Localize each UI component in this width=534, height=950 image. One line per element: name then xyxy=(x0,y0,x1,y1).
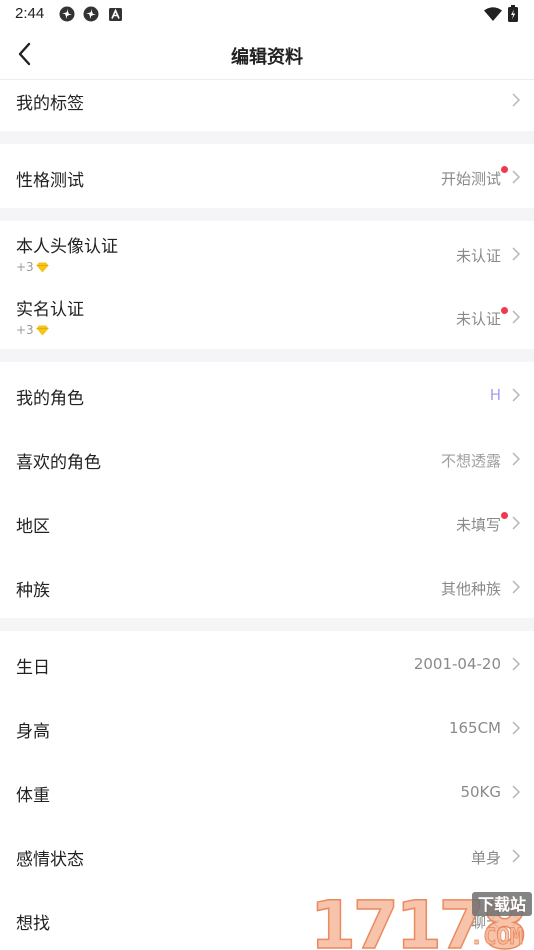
header-bar: 编辑资料 xyxy=(0,28,534,80)
chevron-right-icon xyxy=(512,93,521,107)
row-personality-test[interactable]: 性格测试 开始测试 xyxy=(0,144,534,208)
battery-charging-icon xyxy=(508,5,518,22)
row-favorite-role[interactable]: 喜欢的角色 不想透露 xyxy=(0,426,534,490)
row-label: 地区 xyxy=(16,517,50,537)
reward-text: +3 xyxy=(16,323,34,337)
row-avatar-verification[interactable]: 本人头像认证 +3 未认证 xyxy=(0,221,534,285)
row-value: 50KG xyxy=(460,783,501,801)
page-title: 编辑资料 xyxy=(231,47,303,68)
row-height[interactable]: 身高 165CM xyxy=(0,695,534,759)
chevron-right-icon xyxy=(512,785,521,799)
section-divider xyxy=(0,618,534,631)
reward-text: +3 xyxy=(16,260,34,274)
row-value: 其他种族 xyxy=(440,580,501,598)
row-race[interactable]: 种族 其他种族 xyxy=(0,554,534,618)
row-my-role[interactable]: 我的角色 H xyxy=(0,362,534,426)
wifi-icon xyxy=(484,7,502,21)
status-bar: 2:44 xyxy=(0,0,534,28)
chevron-right-icon xyxy=(512,247,521,261)
row-label: 我的角色 xyxy=(16,389,84,409)
site-watermark-logo: 17178 下载站 .COM xyxy=(309,886,534,950)
chevron-right-icon xyxy=(512,580,521,594)
watermark-graphic: 17178 下载站 .COM xyxy=(309,886,532,950)
row-label: 性格测试 xyxy=(16,171,84,191)
row-label: 我的标签 xyxy=(16,94,84,114)
section-divider xyxy=(0,131,534,144)
row-realname-verification[interactable]: 实名认证 +3 未认证 xyxy=(0,285,534,349)
row-value: 165CM xyxy=(448,719,501,737)
chevron-right-icon xyxy=(512,452,521,466)
diamond-icon xyxy=(36,325,49,336)
row-birthday[interactable]: 生日 2001-04-20 xyxy=(0,631,534,695)
row-label: 想找 xyxy=(16,914,50,934)
row-weight[interactable]: 体重 50KG xyxy=(0,759,534,823)
row-relationship-status[interactable]: 感情状态 单身 xyxy=(0,823,534,887)
font-a-icon xyxy=(109,8,122,21)
row-label: 种族 xyxy=(16,581,50,601)
row-value: 开始测试 xyxy=(440,170,501,188)
chevron-right-icon xyxy=(512,170,521,184)
row-value: H xyxy=(489,386,501,404)
row-value: 未填写 xyxy=(455,516,501,534)
notification-dot xyxy=(501,307,508,314)
diamond-icon xyxy=(36,262,49,273)
chevron-right-icon xyxy=(512,516,521,530)
status-time: 2:44 xyxy=(15,5,45,22)
notification-dot xyxy=(501,166,508,173)
chevron-right-icon xyxy=(512,721,521,735)
row-value: 2001-04-20 xyxy=(413,655,501,673)
row-value: 未认证 xyxy=(455,247,501,265)
row-label: 体重 xyxy=(16,786,50,806)
section-divider xyxy=(0,208,534,221)
row-label: 生日 xyxy=(16,658,50,678)
row-value: 单身 xyxy=(470,849,501,867)
row-label: 实名认证 xyxy=(16,300,84,320)
row-label: 感情状态 xyxy=(16,850,84,870)
watermark-domain: .COM xyxy=(470,925,523,950)
reward-badge: +3 xyxy=(16,260,49,274)
notification-dot xyxy=(501,512,508,519)
row-label: 身高 xyxy=(16,722,50,742)
row-my-tags[interactable]: 我的标签 xyxy=(0,81,534,131)
row-label: 本人头像认证 xyxy=(16,237,118,257)
row-label: 喜欢的角色 xyxy=(16,453,101,473)
reward-badge: +3 xyxy=(16,323,49,337)
row-value: 未认证 xyxy=(455,310,501,328)
chevron-right-icon xyxy=(512,388,521,402)
section-divider xyxy=(0,349,534,362)
pinwheel-icon xyxy=(83,6,99,22)
watermark-tag: 下载站 xyxy=(478,895,526,914)
row-value: 不想透露 xyxy=(440,452,501,470)
chevron-right-icon xyxy=(512,849,521,863)
row-region[interactable]: 地区 未填写 xyxy=(0,490,534,554)
chevron-right-icon xyxy=(512,657,521,671)
chevron-right-icon xyxy=(512,310,521,324)
pinwheel-icon xyxy=(59,6,75,22)
